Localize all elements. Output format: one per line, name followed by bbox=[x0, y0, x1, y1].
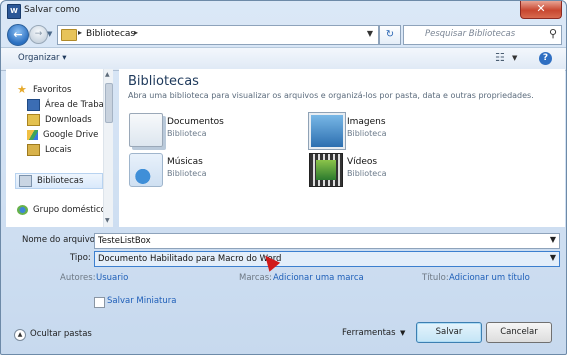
library-type: Biblioteca bbox=[347, 129, 387, 138]
save-thumbnail-label[interactable]: Salvar Miniatura bbox=[107, 296, 176, 306]
library-imagens[interactable]: Imagens Biblioteca bbox=[308, 112, 469, 150]
file-type-dropdown-icon[interactable]: ▼ bbox=[550, 253, 556, 262]
documents-library-icon bbox=[129, 113, 163, 147]
collapse-arrow-icon[interactable]: ▲ bbox=[14, 329, 26, 341]
organize-menu[interactable]: Organizar ▾ bbox=[18, 53, 67, 63]
search-icon[interactable]: ⚲ bbox=[549, 27, 557, 40]
tools-dropdown-icon[interactable]: ▼ bbox=[400, 329, 405, 337]
search-box[interactable]: Pesquisar Bibliotecas ⚲ bbox=[403, 25, 562, 45]
breadcrumb-separator-icon[interactable]: ▸ bbox=[78, 28, 82, 37]
save-form: Nome do arquivo: TesteListBox ▼ Tipo: Do… bbox=[1, 227, 566, 308]
library-type: Biblioteca bbox=[167, 169, 207, 178]
nav-item-favoritos[interactable]: ★ Favoritos bbox=[17, 83, 113, 97]
cancel-button[interactable]: Cancelar bbox=[486, 322, 552, 343]
navigation-bar: ← → ▼ ▸ Bibliotecas ▸ ▼ ↻ Pesquisar Bibl… bbox=[1, 21, 566, 47]
breadcrumb-bibliotecas[interactable]: Bibliotecas bbox=[86, 29, 135, 39]
pictures-library-icon bbox=[308, 112, 346, 150]
homegroup-icon bbox=[17, 205, 28, 215]
filename-field[interactable]: TesteListBox ▼ bbox=[94, 233, 560, 249]
file-type-value[interactable]: Documento Habilitado para Macro do Word bbox=[98, 254, 281, 264]
title-bar: W Salvar como ✕ bbox=[1, 1, 566, 21]
save-button[interactable]: Salvar bbox=[416, 322, 482, 343]
nav-item-grupo-domestico[interactable]: Grupo doméstico bbox=[17, 203, 113, 217]
help-icon[interactable]: ? bbox=[539, 52, 552, 65]
scroll-up-icon[interactable]: ▲ bbox=[105, 71, 110, 78]
address-history-dropdown-icon[interactable]: ▼ bbox=[367, 29, 373, 38]
search-input[interactable]: Pesquisar Bibliotecas bbox=[425, 29, 515, 39]
tags-field[interactable]: Adicionar uma marca bbox=[273, 273, 364, 283]
library-documentos[interactable]: Documentos Biblioteca bbox=[129, 113, 289, 147]
close-button[interactable]: ✕ bbox=[520, 1, 562, 19]
library-icon bbox=[19, 175, 32, 187]
save-as-dialog: W Salvar como ✕ ← → ▼ ▸ Bibliotecas ▸ ▼ … bbox=[0, 0, 567, 355]
nav-item-label: Locais bbox=[45, 145, 72, 155]
tags-label: Marcas: bbox=[239, 273, 273, 283]
nav-item-label: Downloads bbox=[45, 115, 92, 125]
library-name: Vídeos bbox=[347, 157, 378, 167]
libraries-folder-icon bbox=[61, 29, 77, 41]
back-button[interactable]: ← bbox=[7, 24, 29, 46]
downloads-icon bbox=[27, 114, 40, 126]
library-musicas[interactable]: Músicas Biblioteca bbox=[129, 153, 289, 187]
authors-field[interactable]: Usuario bbox=[96, 273, 128, 283]
title-field[interactable]: Adicionar um título bbox=[449, 273, 530, 283]
nav-item-label: Favoritos bbox=[33, 85, 72, 95]
address-bar[interactable]: ▸ Bibliotecas ▸ ▼ bbox=[57, 25, 379, 45]
filename-value[interactable]: TesteListBox bbox=[98, 236, 151, 246]
file-type-select[interactable]: Documento Habilitado para Macro do Word … bbox=[94, 251, 560, 267]
desktop-icon bbox=[27, 99, 40, 111]
library-type: Biblioteca bbox=[167, 129, 207, 138]
library-name: Documentos bbox=[167, 117, 224, 127]
folder-icon bbox=[27, 144, 40, 156]
recent-pages-dropdown[interactable]: ▼ bbox=[47, 30, 52, 38]
filename-dropdown-icon[interactable]: ▼ bbox=[550, 235, 556, 244]
filename-label: Nome do arquivo: bbox=[22, 235, 98, 245]
nav-item-label: Google Drive bbox=[43, 130, 99, 140]
nav-item-label: Bibliotecas bbox=[37, 176, 84, 186]
library-videos[interactable]: Vídeos Biblioteca bbox=[309, 153, 469, 187]
save-thumbnail-checkbox[interactable] bbox=[94, 297, 105, 308]
title-label: Título: bbox=[422, 273, 449, 283]
nav-item-label: Grupo doméstico bbox=[33, 205, 106, 215]
google-drive-icon bbox=[27, 130, 38, 140]
type-label: Tipo: bbox=[70, 253, 91, 263]
nav-scrollbar[interactable]: ▲ ▼ bbox=[103, 69, 113, 227]
forward-button[interactable]: → bbox=[29, 25, 48, 44]
scroll-down-icon[interactable]: ▼ bbox=[105, 217, 110, 224]
dialog-footer: ▲ Ocultar pastas Ferramentas ▼ Salvar Ca… bbox=[1, 319, 566, 354]
scroll-thumb[interactable] bbox=[105, 83, 113, 123]
word-app-icon: W bbox=[7, 4, 21, 19]
nav-item-label: Área de Trabalh bbox=[45, 100, 112, 110]
refresh-button[interactable]: ↻ bbox=[379, 25, 401, 45]
libraries-pane: Bibliotecas Abra uma biblioteca para vis… bbox=[119, 69, 565, 227]
view-options-icon[interactable]: ☷ bbox=[495, 52, 509, 63]
breadcrumb-separator-icon[interactable]: ▸ bbox=[134, 28, 138, 37]
library-type: Biblioteca bbox=[347, 169, 387, 178]
navigation-pane: ★ Favoritos Área de Trabalh Downloads Go… bbox=[6, 69, 113, 227]
nav-item-bibliotecas[interactable]: Bibliotecas bbox=[15, 173, 103, 189]
page-title: Bibliotecas bbox=[128, 74, 199, 89]
page-subtitle: Abra uma biblioteca para visualizar os a… bbox=[128, 91, 534, 100]
music-library-icon bbox=[129, 153, 163, 187]
star-icon: ★ bbox=[17, 83, 27, 96]
command-bar: Organizar ▾ ☷ ▼ ? bbox=[1, 47, 566, 71]
library-name: Imagens bbox=[347, 117, 386, 127]
videos-library-icon bbox=[309, 153, 343, 187]
library-name: Músicas bbox=[167, 157, 203, 167]
authors-label: Autores: bbox=[60, 273, 96, 283]
view-dropdown-icon[interactable]: ▼ bbox=[512, 54, 517, 62]
tools-menu[interactable]: Ferramentas bbox=[342, 328, 396, 338]
hide-folders-button[interactable]: Ocultar pastas bbox=[30, 329, 92, 339]
window-title: Salvar como bbox=[24, 5, 80, 15]
